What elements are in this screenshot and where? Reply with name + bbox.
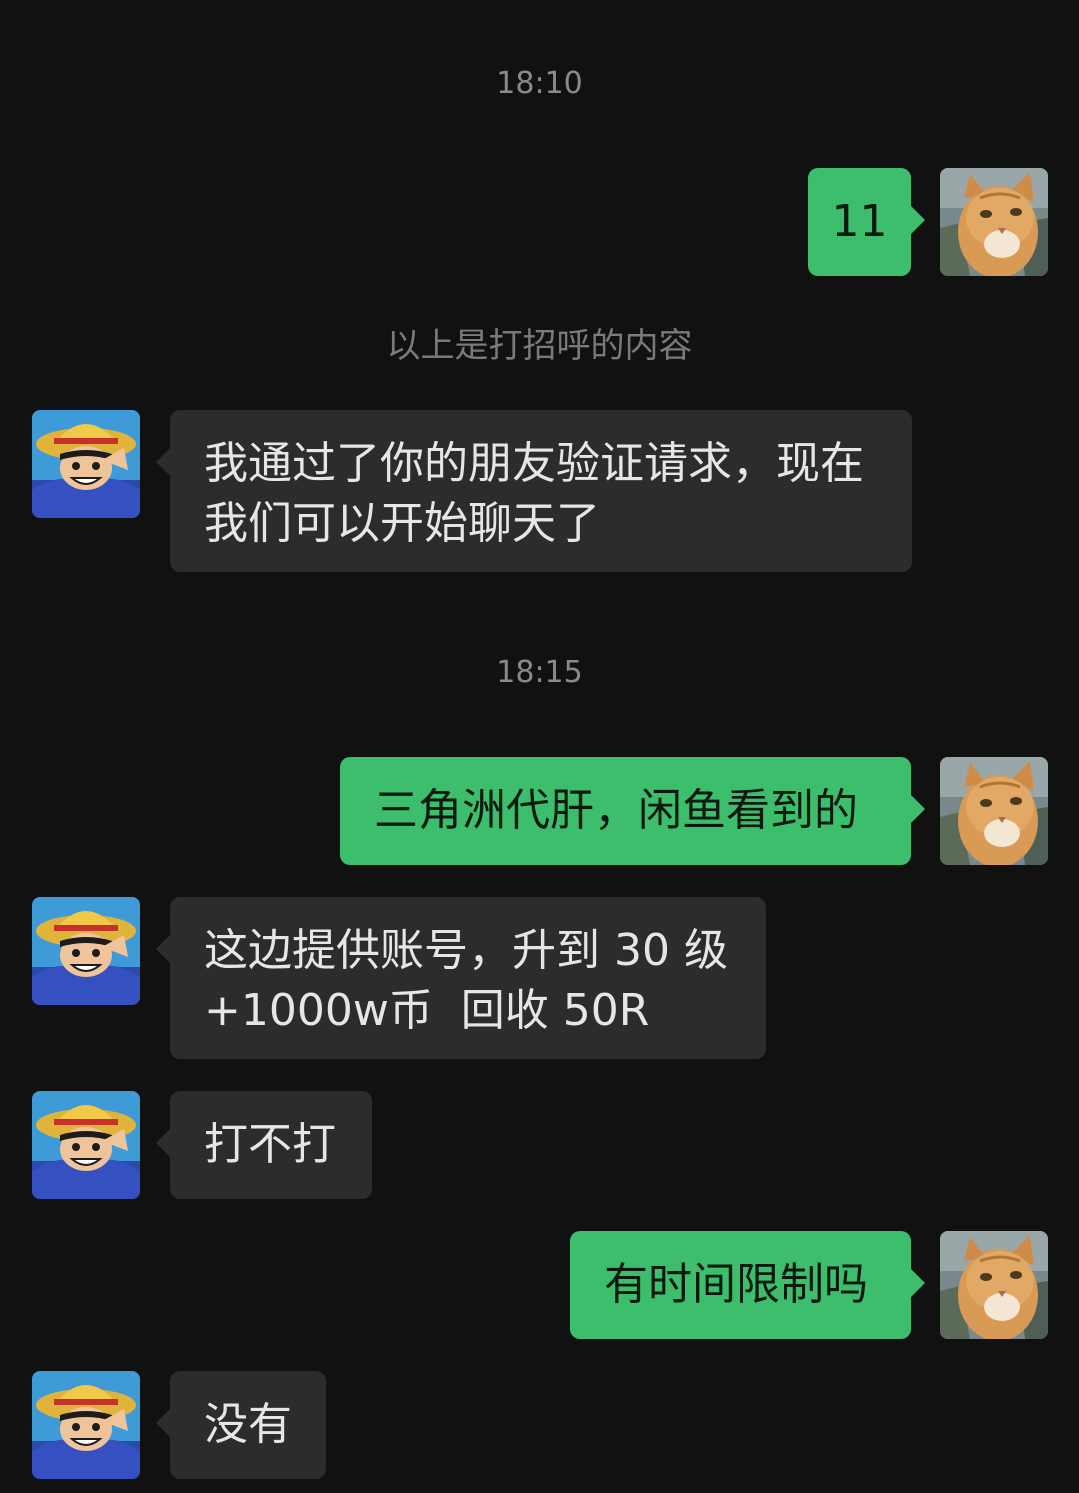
cat-avatar-icon[interactable]	[940, 168, 1048, 276]
timestamp: 18:15	[496, 655, 583, 690]
cat-avatar-icon[interactable]	[940, 1231, 1048, 1339]
cat-avatar-icon[interactable]	[940, 757, 1048, 865]
message-bubble-incoming[interactable]: 没有	[156, 1371, 326, 1479]
message-bubble-incoming[interactable]: 这边提供账号，升到 30 级 +1000w币 回收 50R	[156, 897, 766, 1059]
timestamp: 18:10	[496, 66, 583, 101]
message-bubble-incoming[interactable]: 我通过了你的朋友验证请求，现在我们可以开始聊天了	[156, 410, 912, 572]
message-bubble-incoming[interactable]: 打不打	[156, 1091, 372, 1199]
anime-character-avatar-icon[interactable]	[32, 410, 140, 518]
anime-character-avatar-icon[interactable]	[32, 1371, 140, 1479]
anime-character-avatar-icon[interactable]	[32, 897, 140, 1005]
message-bubble-outgoing[interactable]: 有时间限制吗	[570, 1231, 925, 1339]
message-bubble-outgoing[interactable]: 三角洲代肝，闲鱼看到的	[340, 757, 925, 865]
anime-character-avatar-icon[interactable]	[32, 1091, 140, 1199]
message-bubble-outgoing[interactable]: 11	[808, 168, 925, 276]
system-notice: 以上是打招呼的内容	[386, 326, 693, 366]
